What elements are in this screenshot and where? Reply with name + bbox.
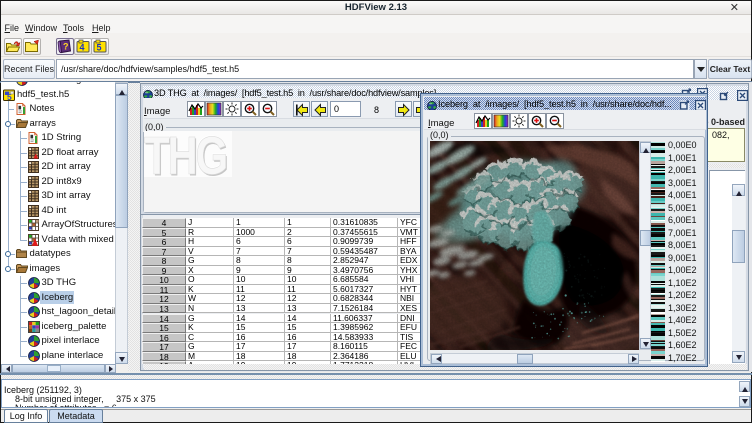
svg-text:4: 4: [80, 43, 85, 53]
svg-text:?: ?: [63, 42, 69, 52]
svg-text:5: 5: [97, 43, 102, 53]
svg-text:5: 5: [7, 91, 12, 100]
